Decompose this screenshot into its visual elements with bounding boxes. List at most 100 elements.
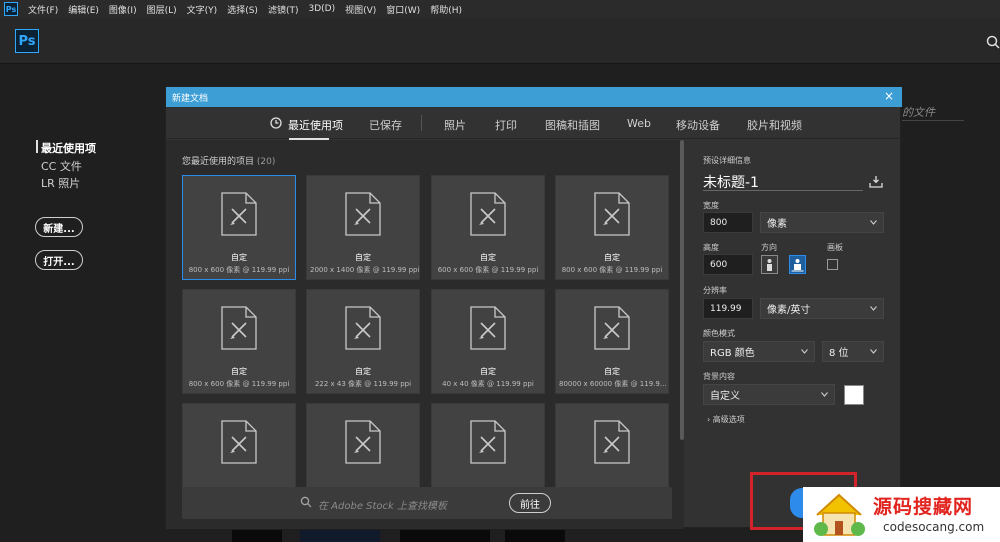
artboard-checkbox[interactable] <box>827 259 838 270</box>
nav-recent[interactable]: 最近使用项 <box>41 140 96 156</box>
preset-dimensions: 80000 x 60000 像素 @ 119.9... <box>559 380 667 388</box>
thumbnail <box>505 530 565 542</box>
menu-type[interactable]: 文字(Y) <box>187 3 218 16</box>
new-document-dialog: 新建文档 × 最近使用项 已保存 照片 打印 图稿和插图 Web 移动设备 胶片… <box>165 86 902 529</box>
search-icon[interactable] <box>986 35 1000 49</box>
chevron-down-icon <box>870 305 877 311</box>
advanced-options-toggle[interactable]: › 高级选项 <box>707 414 745 425</box>
preset-dimensions: 800 x 600 像素 @ 119.99 ppi <box>188 380 290 388</box>
preset-dimensions: 800 x 600 像素 @ 119.99 ppi <box>561 266 663 274</box>
nav-lr-photos[interactable]: LR 照片 <box>41 175 80 191</box>
open-button[interactable]: 打开... <box>35 250 83 270</box>
width-label: 宽度 <box>703 201 719 210</box>
tab-mobile[interactable]: 移动设备 <box>676 117 720 133</box>
close-icon[interactable]: × <box>884 89 894 103</box>
width-input[interactable]: 800 <box>703 212 753 233</box>
document-icon <box>470 420 506 464</box>
resolution-input[interactable]: 119.99 <box>703 298 753 319</box>
nav-cc-files[interactable]: CC 文件 <box>41 158 82 174</box>
preset-card[interactable]: 自定 600 x 600 像素 @ 119.99 ppi <box>431 175 545 280</box>
advanced-options-label: 高级选项 <box>712 415 745 424</box>
clock-icon <box>270 117 282 129</box>
preset-card[interactable]: 自定 2000 x 1400 像素 @ 119.99 ppi <box>306 175 420 280</box>
menu-select[interactable]: 选择(S) <box>227 3 258 16</box>
document-name-field[interactable]: 未标题-1 <box>703 172 759 192</box>
watermark: 源码搜藏网 codesocang.com <box>803 487 1000 542</box>
menu-3d[interactable]: 3D(D) <box>308 4 335 14</box>
tab-film-video[interactable]: 胶片和视频 <box>747 117 802 133</box>
tab-recent[interactable]: 最近使用项 <box>288 117 343 133</box>
width-unit-select[interactable]: 像素 <box>760 212 884 233</box>
preset-card[interactable]: 自定 222 x 43 像素 @ 119.99 ppi <box>306 289 420 394</box>
resolution-unit-value: 像素/英寸 <box>767 305 811 316</box>
tab-saved[interactable]: 已保存 <box>369 117 402 133</box>
scrollbar[interactable] <box>680 140 684 529</box>
preset-card[interactable]: 自定 80000 x 60000 像素 @ 119.9... <box>555 289 669 394</box>
background-select[interactable]: 自定义 <box>703 384 835 405</box>
preset-dimensions: 40 x 40 像素 @ 119.99 ppi <box>442 380 534 388</box>
ps-app-icon[interactable]: Ps <box>4 2 18 16</box>
preset-name: 自定 <box>231 367 247 376</box>
tab-web[interactable]: Web <box>627 117 651 130</box>
menu-view[interactable]: 视图(V) <box>345 3 376 16</box>
thumbnail <box>300 530 380 542</box>
stock-search-placeholder[interactable]: 在 Adobe Stock 上查找模板 <box>318 497 447 512</box>
go-button[interactable]: 前往 <box>509 493 551 513</box>
preset-dimensions: 222 x 43 像素 @ 119.99 ppi <box>314 380 412 388</box>
recent-items-label: 您最近使用的项目 <box>182 157 255 167</box>
preset-name: 自定 <box>480 367 496 376</box>
scrollbar-thumb[interactable] <box>680 140 684 440</box>
preset-name: 自定 <box>231 253 247 262</box>
preset-details-panel: 预设详细信息 未标题-1 宽度 800 像素 高度 方向 画板 600 分辨率 … <box>691 140 902 529</box>
preset-name: 自定 <box>355 367 371 376</box>
watermark-text: 源码搜藏网 <box>873 496 974 518</box>
document-icon <box>594 420 630 464</box>
portrait-button[interactable] <box>761 255 778 274</box>
artboard-label: 画板 <box>827 243 843 252</box>
menu-bar: Ps 文件(F) 编辑(E) 图像(I) 图层(L) 文字(Y) 选择(S) 滤… <box>0 0 1000 18</box>
background-value: 自定义 <box>710 391 740 402</box>
save-preset-icon[interactable] <box>869 176 883 188</box>
resolution-label: 分辨率 <box>703 286 727 295</box>
menu-filter[interactable]: 滤镜(T) <box>268 3 299 16</box>
document-icon <box>470 192 506 236</box>
chevron-down-icon <box>870 219 877 225</box>
bit-depth-select[interactable]: 8 位 <box>822 341 884 362</box>
orientation-label: 方向 <box>761 243 777 252</box>
menu-help[interactable]: 帮助(H) <box>430 3 462 16</box>
menu-window[interactable]: 窗口(W) <box>386 3 420 16</box>
preset-card[interactable]: 自定 800 x 600 像素 @ 119.99 ppi <box>182 289 296 394</box>
home-header: Ps <box>0 18 1000 64</box>
chevron-down-icon <box>870 348 877 354</box>
document-icon <box>221 306 257 350</box>
preset-card[interactable]: 自定 40 x 40 像素 @ 119.99 ppi <box>431 289 545 394</box>
tab-print[interactable]: 打印 <box>495 117 517 133</box>
preset-card[interactable]: 自定 800 x 600 像素 @ 119.99 ppi <box>555 175 669 280</box>
height-label: 高度 <box>703 243 719 252</box>
color-mode-label: 颜色模式 <box>703 329 735 338</box>
document-icon <box>594 192 630 236</box>
menu-layer[interactable]: 图层(L) <box>147 3 177 16</box>
divider <box>902 120 964 121</box>
background-color-swatch[interactable] <box>844 385 864 405</box>
menu-edit[interactable]: 编辑(E) <box>68 3 99 16</box>
tab-photo[interactable]: 照片 <box>444 117 466 133</box>
new-button[interactable]: 新建... <box>35 217 83 237</box>
color-mode-select[interactable]: RGB 颜色 <box>703 341 815 362</box>
ps-logo[interactable]: Ps <box>15 29 39 53</box>
landscape-button[interactable] <box>789 255 806 274</box>
preset-dimensions: 2000 x 1400 像素 @ 119.99 ppi <box>310 266 419 274</box>
preset-name: 自定 <box>355 253 371 262</box>
stock-search-bar[interactable]: 在 Adobe Stock 上查找模板 前往 <box>182 487 672 519</box>
background-files-label: 的文件 <box>902 106 935 119</box>
document-icon <box>221 192 257 236</box>
preset-card[interactable]: 自定 800 x 600 像素 @ 119.99 ppi <box>182 175 296 280</box>
height-input[interactable]: 600 <box>703 254 753 275</box>
preset-details-heading: 预设详细信息 <box>703 156 751 165</box>
document-icon <box>594 306 630 350</box>
preset-name: 自定 <box>604 367 620 376</box>
menu-image[interactable]: 图像(I) <box>109 3 137 16</box>
tab-art-illustration[interactable]: 图稿和插图 <box>545 117 600 133</box>
resolution-unit-select[interactable]: 像素/英寸 <box>760 298 884 319</box>
menu-file[interactable]: 文件(F) <box>28 3 58 16</box>
